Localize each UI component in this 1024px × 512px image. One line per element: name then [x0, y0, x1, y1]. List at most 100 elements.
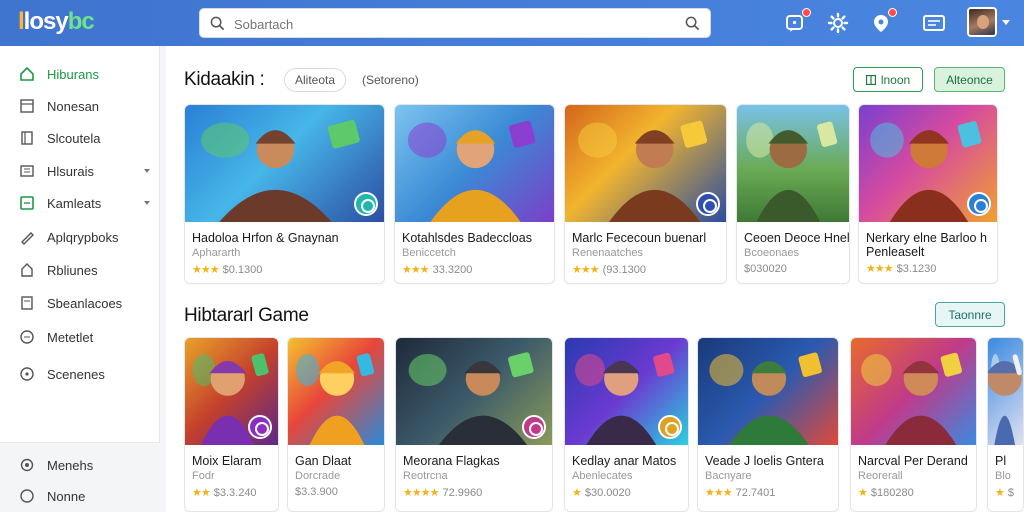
game-thumbnail[interactable] — [988, 338, 1023, 445]
chevron-down-icon[interactable] — [144, 201, 150, 205]
game-thumbnail[interactable] — [288, 338, 384, 445]
logo-part: bc — [67, 8, 95, 35]
game-rating: ★★★ 33.3200 — [402, 263, 472, 276]
lock-icon — [21, 263, 33, 277]
chevron-down-icon[interactable] — [144, 169, 150, 173]
rating-stars: ★★★ — [866, 263, 894, 275]
messages-icon[interactable] — [922, 11, 946, 35]
sidebar-footer-item[interactable]: Menehs — [0, 451, 160, 479]
platform-badge-icon — [354, 192, 378, 216]
game-thumbnail[interactable] — [859, 105, 997, 222]
game-thumbnail[interactable] — [565, 338, 688, 445]
game-card[interactable]: Kotahlsdes Badeccloas Beniccetch ★★★ 33.320… — [394, 104, 555, 284]
sidebar-item-label: Hiburans — [47, 67, 100, 82]
game-rating: $3.3.900 — [295, 486, 338, 498]
sidebar-item-label: Nonesan — [47, 99, 100, 114]
sidebar-item-label: Hlsurais — [47, 164, 94, 179]
chevron-down-icon[interactable] — [1002, 20, 1010, 25]
game-title: Marlc Fececoun buenarl — [572, 231, 707, 245]
game-rating: ★★★ (93.1300 — [572, 263, 646, 276]
game-rating: ★★ $3.3.240 — [192, 486, 257, 499]
game-title: Gan Dlaat — [295, 454, 352, 468]
sidebar-item[interactable]: Sbeanlacoes — [0, 289, 160, 317]
game-card[interactable]: Kedlay anar Matos Abenlecates ★ $30.0020 — [564, 337, 689, 512]
game-publisher: Beniccetch — [402, 247, 456, 259]
secondary-button[interactable]: lnoon — [853, 67, 923, 92]
game-thumbnail[interactable] — [851, 338, 976, 445]
game-publisher: Reotrcna — [403, 470, 448, 482]
game-title-line2: Penleaselt — [866, 245, 925, 259]
game-thumbnail[interactable] — [185, 338, 278, 445]
game-rating: $030020 — [744, 263, 787, 275]
sidebar-item[interactable]: Rbliunes — [0, 256, 160, 284]
game-rating: ★ $30.0020 — [572, 486, 631, 499]
search-submit-icon[interactable] — [685, 16, 700, 31]
sidebar-footer-item[interactable]: Nonne — [0, 482, 160, 510]
game-title: Kedlay anar Matos — [572, 454, 677, 468]
game-rating: ★★★ $3.1230 — [866, 262, 936, 275]
app-logo[interactable]: llosybc — [18, 8, 95, 36]
game-card[interactable]: Meorana Flagkas Reotrcna ★★★★ 72.9960 — [395, 337, 553, 512]
game-title: Moix Elaram — [192, 454, 262, 468]
settings-icon[interactable] — [826, 11, 850, 35]
game-thumbnail[interactable] — [395, 105, 554, 222]
search-bar[interactable] — [199, 8, 711, 38]
gamepad-icon[interactable] — [783, 8, 811, 35]
sidebar-item[interactable]: Scenenes — [0, 360, 160, 388]
sidebar-item[interactable]: Nonesan — [0, 92, 160, 120]
section-title: Hibtararl Game — [184, 305, 309, 326]
game-publisher: Reorerall — [858, 470, 903, 482]
game-rating: ★ $180280 — [858, 486, 914, 499]
game-thumbnail[interactable] — [698, 338, 838, 445]
game-art — [861, 352, 963, 445]
sidebar-item[interactable]: Kamleats — [0, 189, 160, 217]
game-card[interactable]: Ceoen Deoce Hnele Bcoeonaes $030020 — [736, 104, 850, 284]
sidebar-item[interactable]: Aplqrypboks — [0, 223, 160, 251]
game-card[interactable]: Nerkary elne Barloo h Penleaselt ★★★ $3.123… — [858, 104, 998, 284]
game-thumbnail[interactable] — [737, 105, 849, 222]
game-publisher: Abenlecates — [572, 470, 633, 482]
game-thumbnail[interactable] — [565, 105, 726, 222]
main-content: Kidaakin : Aliteota (Setoreno) lnoon Alt… — [166, 46, 1024, 512]
game-card[interactable]: Marlc Fececoun buenarl Renenaatches ★★★ (93… — [564, 104, 727, 284]
game-price: 72.7401 — [735, 487, 776, 499]
sidebar-item[interactable]: Hiburans — [0, 60, 160, 88]
rating-stars: ★★★ — [402, 264, 430, 276]
game-rating: ★★★★ 72.9960 — [403, 486, 482, 499]
sidebar-item-label: Slcoutela — [47, 131, 101, 146]
search-icon — [210, 16, 225, 31]
rating-stars: ★★★ — [192, 264, 220, 276]
game-card[interactable]: Gan Dlaat Dorcrade $3.3.900 — [287, 337, 385, 512]
game-art — [988, 354, 1023, 445]
game-card[interactable]: Hadoloa Hrfon & Gnaynan Aphararth ★★★ $0.13… — [184, 104, 385, 284]
notifications-icon[interactable] — [869, 8, 897, 35]
category-icon — [20, 196, 34, 210]
game-card[interactable]: Narcval Per Derand Reorerall ★ $180280 — [850, 337, 977, 512]
game-art — [407, 120, 536, 222]
game-rating: ★★★ $0.1300 — [192, 263, 262, 276]
rating-stars: ★ — [858, 487, 868, 499]
sidebar-item[interactable]: Metetlet — [0, 323, 160, 351]
game-title: Meorana Flagkas — [403, 454, 500, 468]
sidebar-item[interactable]: Hlsurais — [0, 157, 160, 185]
filter-chip[interactable]: Aliteota — [284, 68, 347, 92]
game-card[interactable]: Moix Elaram Fodr ★★ $3.3.240 — [184, 337, 279, 512]
see-more-button[interactable]: Taonnre — [935, 302, 1005, 327]
game-thumbnail[interactable] — [396, 338, 552, 445]
sidebar-item-label: Metetlet — [47, 330, 94, 345]
game-title: Pl — [995, 454, 1007, 468]
filter-chip[interactable]: (Setoreno) — [362, 73, 419, 87]
game-thumbnail[interactable] — [185, 105, 384, 222]
search-input[interactable] — [234, 14, 664, 34]
add-circle-icon — [20, 367, 34, 381]
game-card[interactable]: Pl Blo ★ $ — [987, 337, 1024, 512]
sidebar: Hiburans Nonesan Slcoutela Hlsurais Kamleats… — [0, 46, 160, 512]
platform-badge-icon — [658, 415, 682, 439]
sidebar-item[interactable]: Slcoutela — [0, 124, 160, 152]
user-avatar[interactable] — [967, 7, 997, 37]
primary-button[interactable]: Alteonce — [934, 67, 1005, 92]
game-price: $180280 — [870, 487, 914, 499]
game-card[interactable]: Veade J loelis Gntera Bacnyare ★★★ 72.7401 — [697, 337, 839, 512]
game-price: $3.1230 — [896, 263, 937, 275]
game-title: Veade J loelis Gntera — [705, 454, 824, 468]
